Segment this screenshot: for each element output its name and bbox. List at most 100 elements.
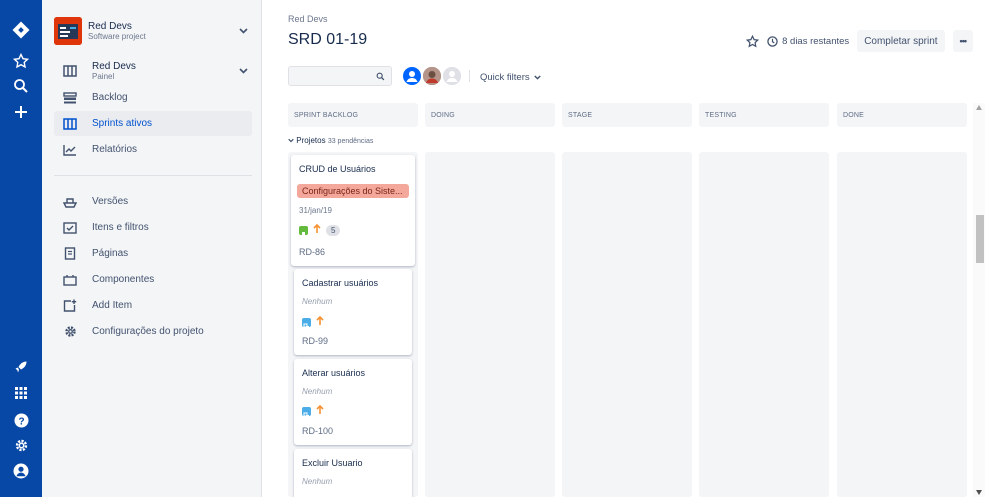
card-title: Cadastrar usuários [302, 278, 379, 288]
avatar[interactable] [421, 65, 443, 87]
column-header-stage: STAGE [562, 103, 692, 127]
subtask-icon [302, 317, 311, 329]
search-icon[interactable] [0, 74, 42, 98]
sidebar-item-componentes[interactable]: Componentes [54, 267, 252, 292]
scroll-up-icon [976, 105, 982, 110]
sidebar-item-configuracoes[interactable]: Configurações do projeto [54, 319, 252, 344]
column-testing [699, 152, 829, 497]
sidebar-item-label: Versões [92, 196, 129, 207]
chevron-down-icon [236, 66, 250, 77]
star-icon[interactable] [746, 34, 760, 48]
board-main: Red Devs SRD 01-19 8 dias restantes Comp… [262, 0, 999, 497]
search-icon [376, 72, 385, 81]
avatar[interactable] [441, 65, 463, 87]
sidebar-divider [54, 175, 252, 176]
chevron-down-icon [534, 75, 541, 80]
card-icons: 5 [299, 223, 341, 237]
sidebar-item-label: Sprints ativos [92, 118, 153, 129]
settings-icon[interactable] [0, 433, 42, 457]
sidebar-item-label: Relatórios [92, 144, 138, 155]
search-input[interactable] [288, 66, 392, 86]
priority-high-icon [316, 315, 324, 329]
project-switcher[interactable]: Red Devs Software project [54, 16, 250, 46]
column-header-doing: DOING [425, 103, 555, 127]
sidebar-item-paginas[interactable]: Páginas [54, 241, 252, 266]
plus-icon[interactable] [0, 100, 42, 124]
story-points-badge: 5 [326, 224, 341, 236]
divider [469, 70, 470, 82]
story-icon [299, 225, 308, 237]
issue-card[interactable]: Cadastrar usuários Nenhum RD-99 [294, 269, 412, 355]
board-name: Red Devs [92, 61, 136, 72]
issue-card[interactable]: CRUD de Usuários Configurações do Siste.… [291, 155, 415, 266]
board-icon [60, 117, 80, 130]
scrollbar-thumb[interactable] [976, 215, 984, 263]
issue-card[interactable]: Excluir Usuario Nenhum [294, 449, 412, 497]
sidebar-item-add-item[interactable]: Add Item [54, 293, 252, 318]
sidebar-item-label: Backlog [92, 92, 128, 103]
star-icon[interactable] [0, 49, 42, 73]
issue-card[interactable]: Alterar usuários Nenhum RD-100 [294, 359, 412, 445]
column-header-done: DONE [837, 103, 967, 127]
svg-text:?: ? [18, 416, 24, 427]
sidebar-item-label: Páginas [92, 248, 129, 259]
board-type: Painel [92, 72, 115, 81]
breadcrumb[interactable]: Red Devs [288, 14, 328, 24]
sidebar-item-versoes[interactable]: Versões [54, 189, 252, 214]
column-header-sprint-backlog: SPRINT BACKLOG [288, 103, 418, 127]
avatar[interactable] [401, 65, 423, 87]
gear-icon [60, 325, 80, 338]
jira-logo-icon[interactable] [0, 18, 42, 42]
scrollbar[interactable] [973, 103, 985, 497]
board-icon [60, 65, 80, 77]
issue-key[interactable]: RD-100 [302, 426, 333, 436]
swimlane-header[interactable]: Projetos 33 pendências [288, 136, 373, 145]
global-navigation: ? [0, 0, 42, 497]
subtask-icon [302, 406, 311, 418]
chevron-down-icon [288, 138, 294, 143]
card-icons [302, 404, 324, 418]
due-date: 31/jan/19 [299, 206, 332, 215]
board-switcher[interactable]: Red Devs Painel [54, 58, 252, 84]
sidebar-item-backlog[interactable]: Backlog [54, 85, 252, 110]
epic-label[interactable]: Configurações do Siste... [297, 184, 409, 198]
scroll-down-icon [976, 490, 982, 495]
column-stage [562, 152, 692, 497]
column-doing [425, 152, 555, 497]
complete-sprint-button[interactable]: Completar sprint [857, 30, 945, 52]
rocket-icon[interactable] [0, 355, 42, 379]
sidebar-item-itens-e-filtros[interactable]: Itens e filtros [54, 215, 252, 240]
card-subtitle: Nenhum [302, 477, 333, 486]
profile-icon[interactable] [0, 459, 42, 483]
apps-grid-icon[interactable] [0, 381, 42, 405]
project-type: Software project [88, 32, 146, 41]
card-subtitle: Nenhum [302, 387, 333, 396]
card-title: Alterar usuários [302, 368, 366, 378]
issue-key[interactable]: RD-99 [302, 336, 328, 346]
priority-high-icon [316, 404, 324, 418]
sidebar-item-relatorios[interactable]: Relatórios [54, 137, 252, 162]
ship-icon [60, 196, 80, 208]
help-icon[interactable]: ? [0, 408, 42, 432]
project-name: Red Devs [88, 21, 132, 32]
header-actions: 8 dias restantes Completar sprint ••• [746, 30, 973, 52]
card-subtitle: Nenhum [302, 297, 333, 306]
issue-key[interactable]: RD-86 [299, 247, 325, 257]
project-sidebar: Red Devs Software project Red Devs Paine… [42, 0, 262, 497]
swimlane-count: 33 pendências [327, 138, 374, 145]
swimlane-label: Projetos [296, 136, 326, 145]
sidebar-item-label: Componentes [92, 274, 155, 285]
sidebar-item-label: Add Item [92, 300, 133, 311]
project-avatar [54, 17, 82, 45]
card-title: Excluir Usuario [302, 458, 363, 468]
quick-filters-dropdown[interactable]: Quick filters [480, 72, 541, 83]
add-item-icon [60, 299, 80, 312]
component-icon [60, 274, 80, 286]
reports-icon [60, 144, 80, 156]
more-actions-button[interactable]: ••• [952, 30, 973, 52]
sidebar-item-sprints-ativos[interactable]: Sprints ativos [54, 111, 252, 136]
sidebar-item-label: Configurações do projeto [92, 326, 204, 337]
chevron-down-icon [236, 26, 250, 37]
page-icon [60, 247, 80, 260]
filter-icon [60, 221, 80, 234]
